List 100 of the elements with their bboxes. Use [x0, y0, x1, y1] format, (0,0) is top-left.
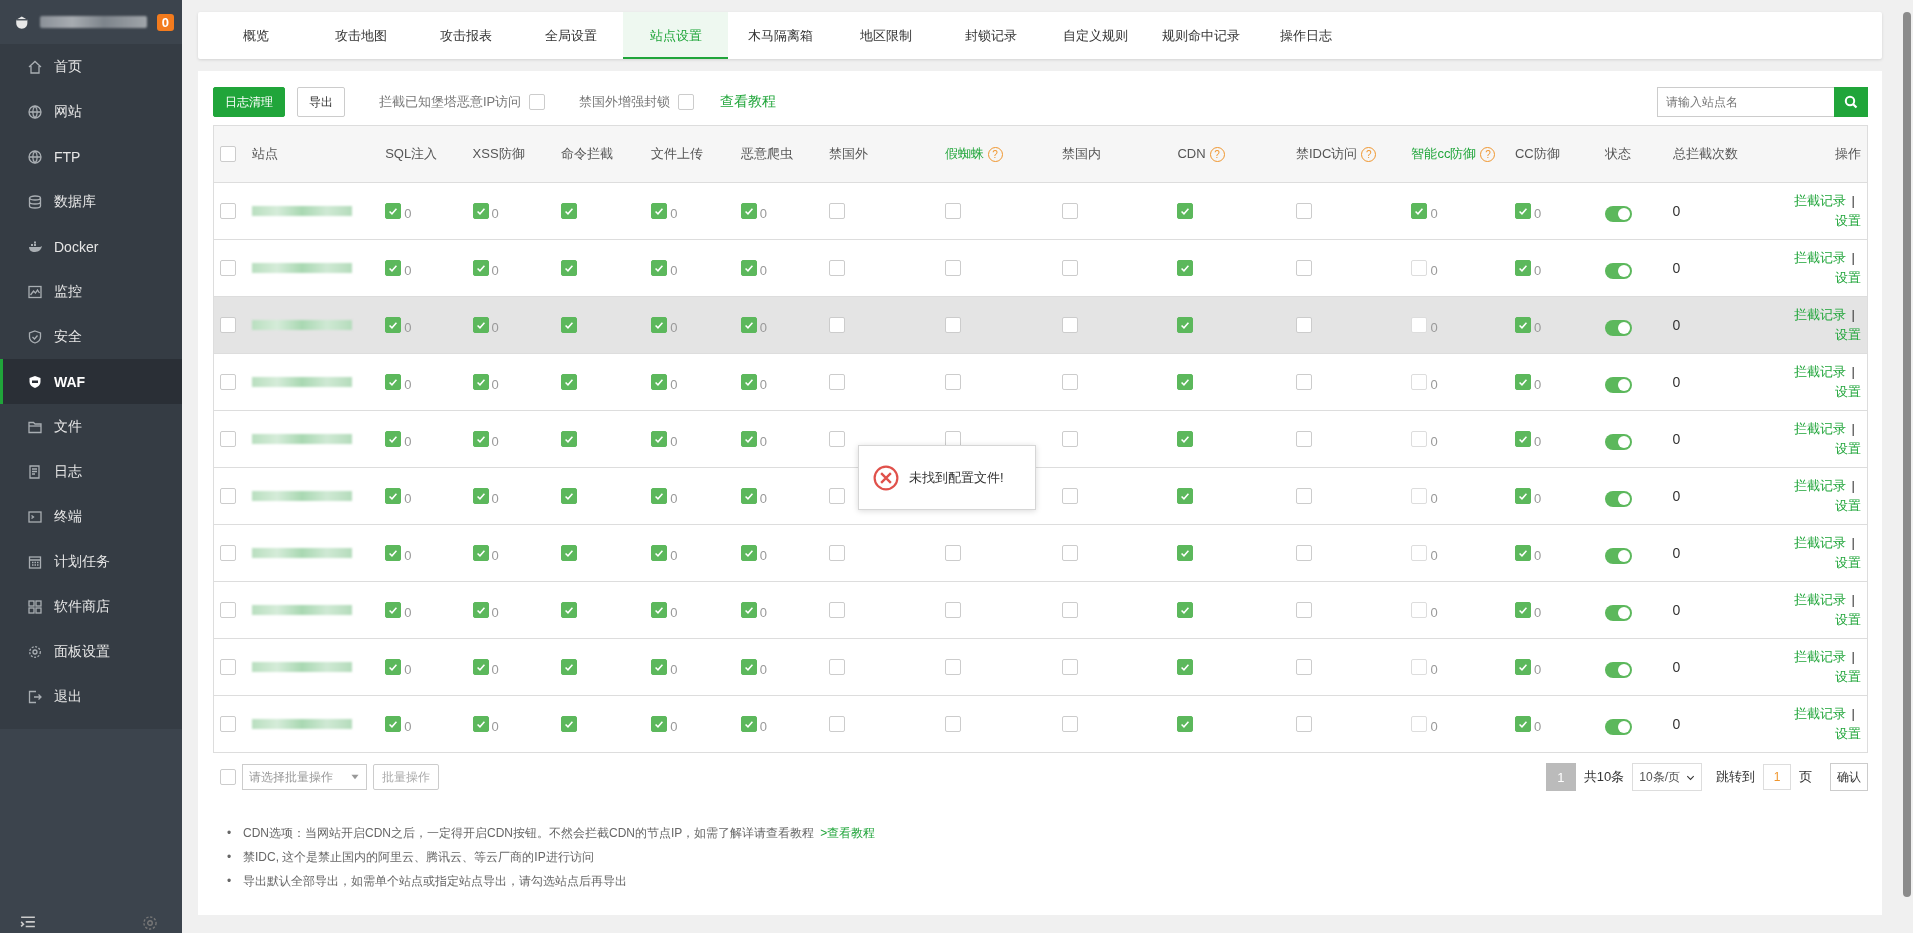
toggle-switch[interactable]	[1605, 661, 1633, 678]
checkbox[interactable]	[1514, 659, 1531, 675]
checkbox[interactable]	[220, 488, 236, 505]
checkbox[interactable]	[385, 488, 402, 504]
checkbox[interactable]	[385, 374, 402, 390]
checkbox[interactable]	[1295, 374, 1312, 390]
checkbox[interactable]	[1177, 260, 1194, 276]
table-row[interactable]: 0 0 0 0 0 0 0 拦截记录 | 设置	[213, 239, 1868, 297]
checkbox[interactable]	[740, 488, 757, 504]
checkbox[interactable]	[560, 716, 577, 732]
checkbox[interactable]	[651, 203, 668, 219]
checkbox[interactable]	[220, 769, 236, 786]
checkbox[interactable]	[651, 317, 668, 333]
checkbox[interactable]	[1177, 716, 1194, 732]
checkbox[interactable]	[560, 488, 577, 504]
checkbox[interactable]	[472, 260, 489, 276]
checkbox[interactable]	[472, 545, 489, 561]
checkbox[interactable]	[829, 374, 845, 390]
checkbox[interactable]	[220, 374, 236, 391]
sidebar-item[interactable]: FTP	[0, 134, 182, 179]
checkbox[interactable]	[472, 602, 489, 618]
checkbox[interactable]	[220, 602, 236, 619]
sidebar-item[interactable]: 计划任务	[0, 539, 182, 584]
checkbox[interactable]	[651, 602, 668, 618]
tab[interactable]: 攻击地图	[308, 12, 413, 59]
sidebar-item[interactable]: 数据库	[0, 179, 182, 224]
checkbox[interactable]	[944, 716, 961, 732]
checkbox[interactable]	[944, 602, 961, 618]
checkbox[interactable]	[220, 659, 236, 676]
toggle-switch[interactable]	[1605, 604, 1633, 621]
checkbox[interactable]	[740, 374, 757, 390]
checkbox[interactable]	[1062, 659, 1078, 675]
checkbox[interactable]	[1514, 545, 1531, 561]
checkbox[interactable]	[1295, 488, 1312, 504]
checkbox[interactable]	[651, 716, 668, 732]
checkbox[interactable]	[740, 716, 757, 732]
checkbox[interactable]	[220, 146, 236, 163]
checkbox[interactable]	[1062, 602, 1078, 618]
checkbox[interactable]	[829, 545, 845, 561]
checkbox[interactable]	[651, 488, 668, 504]
table-row[interactable]: 0 0 0 0 0 0 0 拦截记录 | 设置	[213, 182, 1868, 240]
tab[interactable]: 木马隔离箱	[728, 12, 833, 59]
tab[interactable]: 概览	[203, 12, 308, 59]
checkbox[interactable]	[529, 94, 546, 110]
checkbox[interactable]	[651, 431, 668, 447]
checkbox[interactable]	[740, 659, 757, 675]
checkbox[interactable]	[829, 260, 845, 276]
checkbox[interactable]	[1295, 260, 1312, 276]
checkbox[interactable]	[560, 260, 577, 276]
checkbox[interactable]	[1295, 545, 1312, 561]
checkbox[interactable]	[829, 602, 845, 618]
table-row[interactable]: 0 0 0 0 0 0 0 拦截记录 | 设置	[213, 353, 1868, 411]
checkbox[interactable]	[1295, 716, 1312, 732]
tab[interactable]: 自定义规则	[1043, 12, 1148, 59]
checkbox[interactable]	[220, 545, 236, 562]
checkbox[interactable]	[1062, 317, 1078, 333]
toggle-switch[interactable]	[1605, 262, 1633, 279]
checkbox[interactable]	[1514, 431, 1531, 447]
checkbox[interactable]	[944, 260, 961, 276]
checkbox[interactable]	[651, 545, 668, 561]
checkbox[interactable]	[472, 431, 489, 447]
checkbox[interactable]	[829, 659, 845, 675]
sidebar-item[interactable]: 安全	[0, 314, 182, 359]
sidebar-item[interactable]: 终端	[0, 494, 182, 539]
toggle-switch[interactable]	[1605, 205, 1633, 222]
checkbox[interactable]	[740, 260, 757, 276]
checkbox[interactable]	[560, 545, 577, 561]
checkbox[interactable]	[385, 260, 402, 276]
sidebar-item[interactable]: 监控	[0, 269, 182, 314]
checkbox[interactable]	[1514, 203, 1531, 219]
checkbox[interactable]	[1062, 260, 1078, 276]
checkbox[interactable]	[1295, 659, 1312, 675]
toggle-switch[interactable]	[1605, 376, 1633, 393]
checkbox[interactable]	[1295, 203, 1312, 219]
checkbox[interactable]	[472, 317, 489, 333]
checkbox[interactable]	[385, 602, 402, 618]
checkbox[interactable]	[385, 659, 402, 675]
checkbox[interactable]	[651, 659, 668, 675]
checkbox[interactable]	[560, 602, 577, 618]
checkbox[interactable]	[472, 488, 489, 504]
tab[interactable]: 全局设置	[518, 12, 623, 59]
checkbox[interactable]	[385, 545, 402, 561]
toggle-switch[interactable]	[1605, 319, 1633, 336]
sidebar-item[interactable]: 日志	[0, 449, 182, 494]
checkbox[interactable]	[1177, 431, 1194, 447]
checkbox[interactable]	[944, 203, 961, 219]
checkbox[interactable]	[1514, 716, 1531, 732]
tab[interactable]: 规则命中记录	[1148, 12, 1253, 59]
checkbox[interactable]	[829, 203, 845, 219]
checkbox[interactable]	[1295, 602, 1312, 618]
table-row[interactable]: 0 0 0 0 0 0 0 拦截记录 | 设置	[213, 524, 1868, 582]
search-button[interactable]	[1834, 87, 1868, 117]
checkbox[interactable]	[944, 659, 961, 675]
table-row[interactable]: 0 0 0 0 0 0 0 拦截记录 | 设置	[213, 581, 1868, 639]
checkbox[interactable]	[740, 602, 757, 618]
checkbox[interactable]	[385, 317, 402, 333]
table-row[interactable]: 0 0 0 0 0 0 0 拦截记录 | 设置	[213, 296, 1868, 354]
checkbox[interactable]	[1062, 716, 1078, 732]
sidebar-item[interactable]: Docker	[0, 224, 182, 269]
toggle-switch[interactable]	[1605, 718, 1633, 735]
